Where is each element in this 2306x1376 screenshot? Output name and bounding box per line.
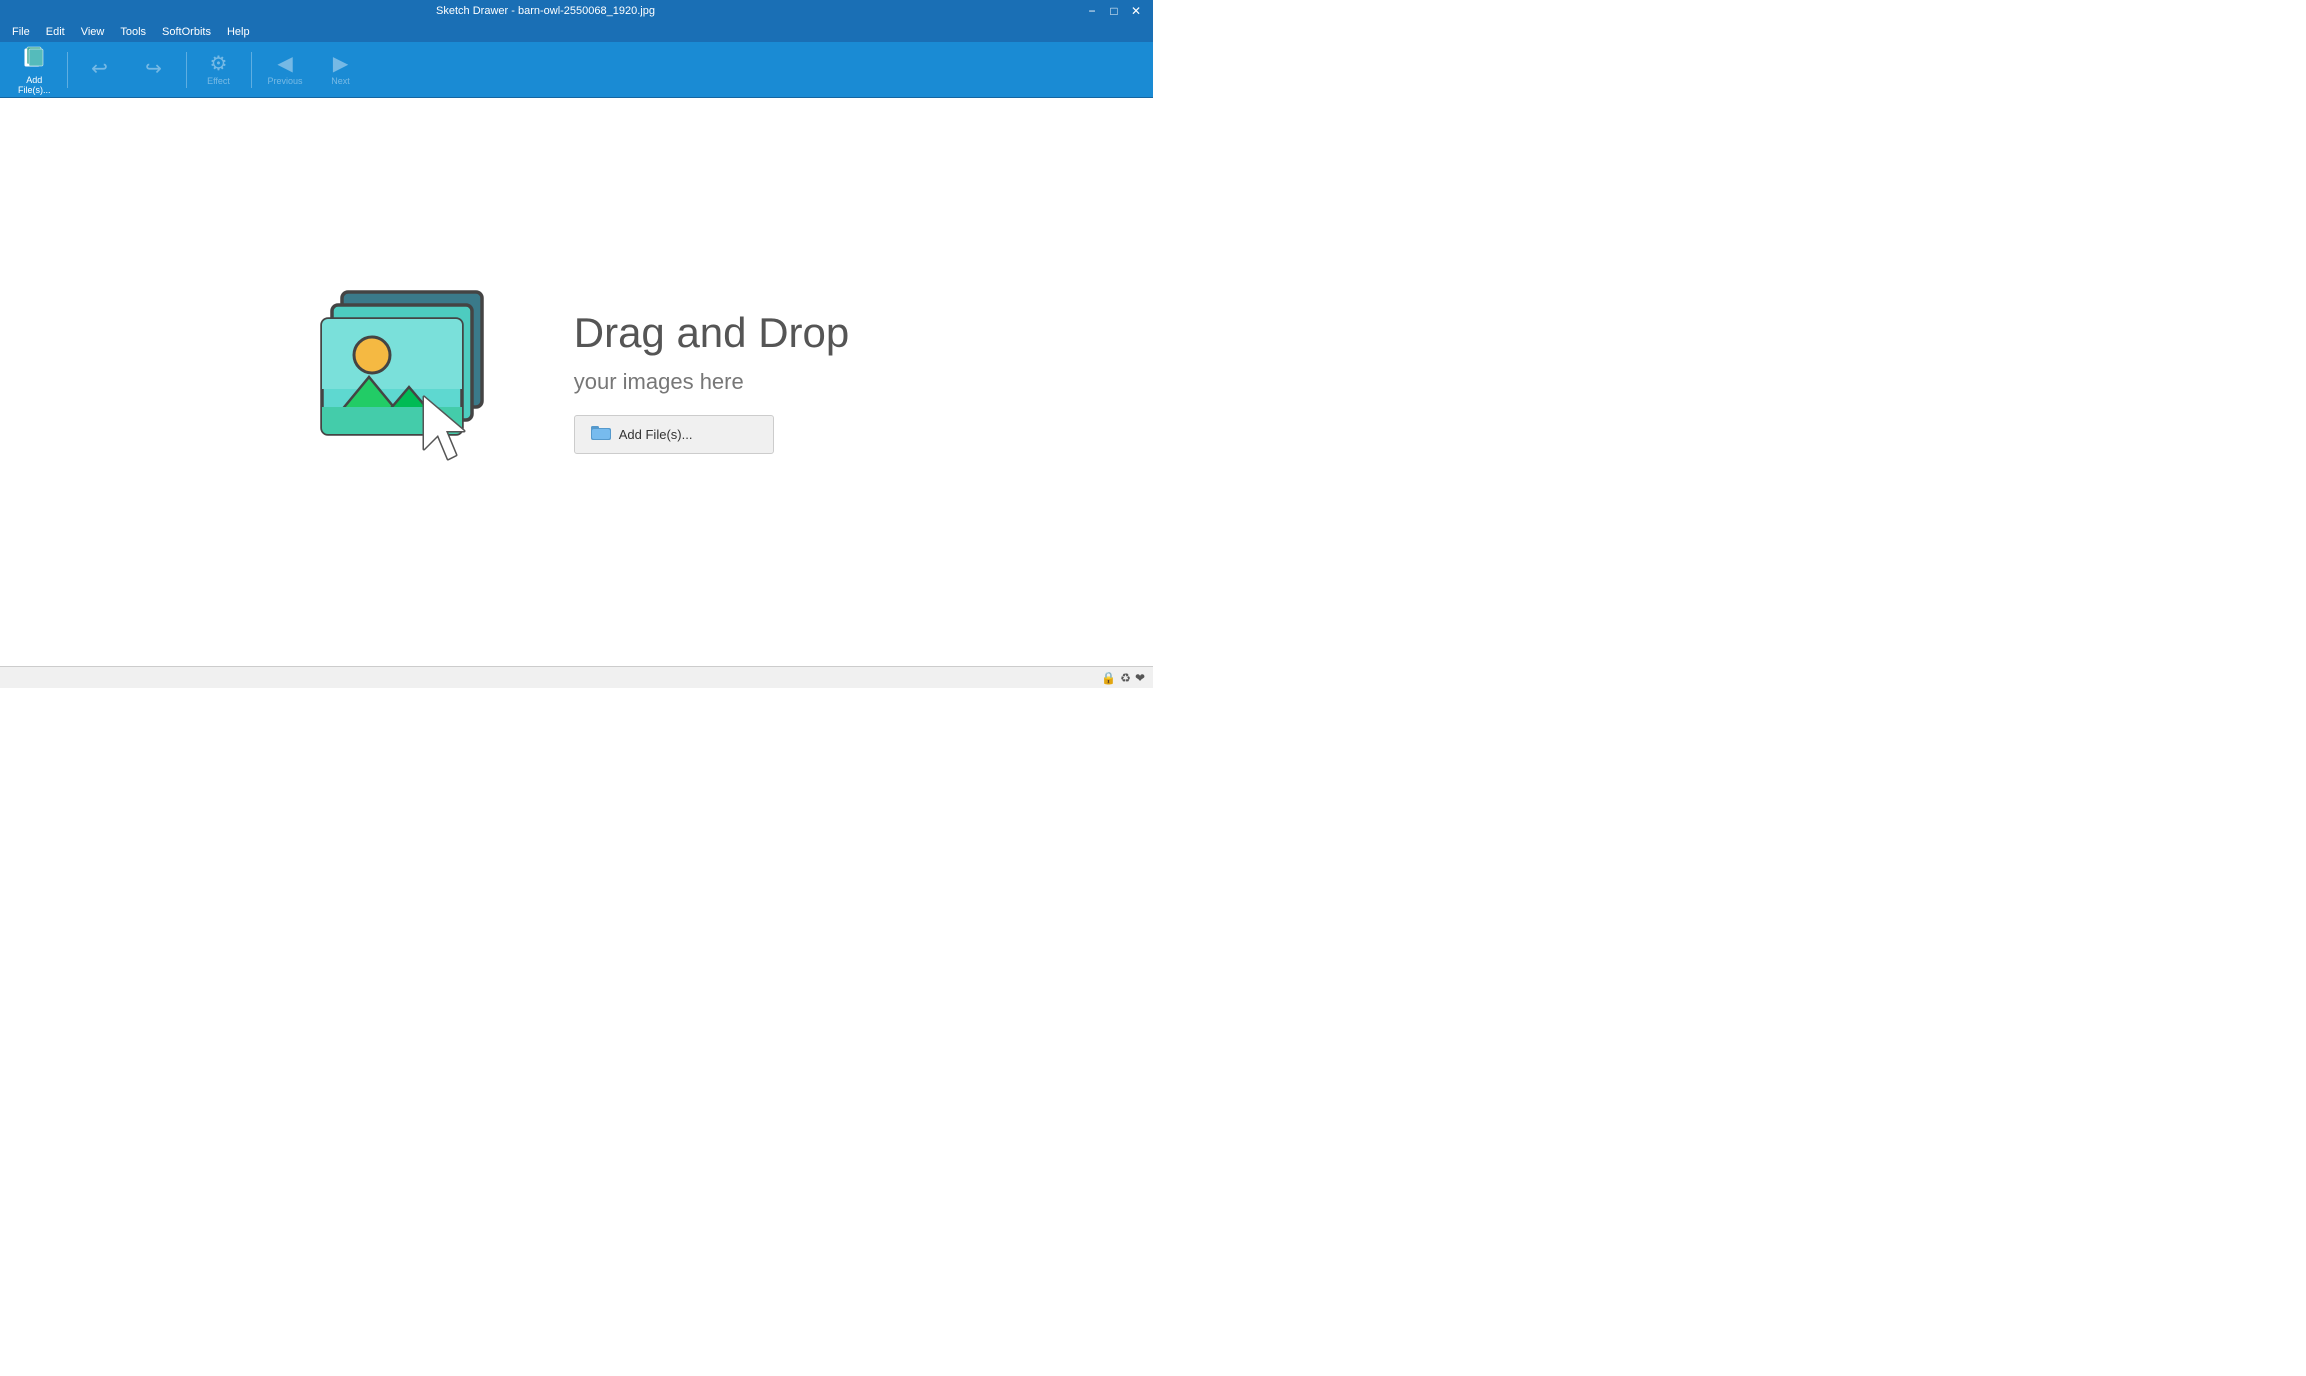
toolbar-separator-2 <box>186 52 187 88</box>
status-icon-recycle: ♻ <box>1120 671 1131 685</box>
undo-toolbar-button[interactable]: ↩ <box>74 46 126 94</box>
redo-toolbar-button[interactable]: ↪ <box>128 46 180 94</box>
drag-drop-line1: Drag and Drop <box>574 310 849 356</box>
effect-icon: ⚙ <box>210 54 228 74</box>
status-icons: 🔒 ♻ ❤ <box>1101 671 1145 685</box>
main-content: Drag and Drop your images here Add File(… <box>0 98 1153 666</box>
add-files-icon <box>22 45 46 73</box>
effect-label: Effect <box>207 76 230 86</box>
image-stack-illustration <box>304 267 534 497</box>
menu-view[interactable]: View <box>73 24 113 40</box>
undo-icon: ↩ <box>91 59 108 79</box>
next-label: Next <box>331 76 350 86</box>
menu-file[interactable]: File <box>4 24 38 40</box>
minimize-button[interactable]: − <box>1083 2 1101 20</box>
menu-bar: File Edit View Tools SoftOrbits Help <box>0 22 1153 42</box>
drop-zone-container: Drag and Drop your images here Add File(… <box>304 267 849 497</box>
toolbar-separator-3 <box>251 52 252 88</box>
window-controls: − □ ✕ <box>1083 2 1145 20</box>
window-title: Sketch Drawer - barn-owl-2550068_1920.jp… <box>8 5 1083 17</box>
effect-toolbar-button[interactable]: ⚙ Effect <box>193 46 245 94</box>
toolbar: AddFile(s)... ↩ ↪ ⚙ Effect ◀ Previous ▶ … <box>0 42 1153 98</box>
title-bar: Sketch Drawer - barn-owl-2550068_1920.jp… <box>0 0 1153 22</box>
drag-drop-title: Drag and Drop <box>574 310 849 356</box>
redo-icon: ↪ <box>145 59 162 79</box>
previous-toolbar-button[interactable]: ◀ Previous <box>258 46 313 94</box>
previous-icon: ◀ <box>277 54 292 74</box>
toolbar-separator-1 <box>67 52 68 88</box>
maximize-button[interactable]: □ <box>1105 2 1123 20</box>
add-files-button[interactable]: Add File(s)... <box>574 415 774 454</box>
menu-edit[interactable]: Edit <box>38 24 73 40</box>
status-icon-lock: 🔒 <box>1101 671 1116 685</box>
menu-tools[interactable]: Tools <box>112 24 154 40</box>
previous-label: Previous <box>268 76 303 86</box>
add-files-label: AddFile(s)... <box>18 75 51 95</box>
menu-softorbits[interactable]: SoftOrbits <box>154 24 219 40</box>
drag-drop-subtitle: your images here <box>574 369 849 395</box>
next-toolbar-button[interactable]: ▶ Next <box>315 46 367 94</box>
menu-help[interactable]: Help <box>219 24 258 40</box>
add-files-button-label: Add File(s)... <box>619 427 693 442</box>
drop-text-area: Drag and Drop your images here Add File(… <box>574 310 849 453</box>
close-button[interactable]: ✕ <box>1127 2 1145 20</box>
folder-icon <box>591 424 611 445</box>
status-icon-heart: ❤ <box>1135 671 1145 685</box>
status-bar: 🔒 ♻ ❤ <box>0 666 1153 688</box>
add-files-toolbar-button[interactable]: AddFile(s)... <box>8 46 61 94</box>
next-icon: ▶ <box>333 54 348 74</box>
